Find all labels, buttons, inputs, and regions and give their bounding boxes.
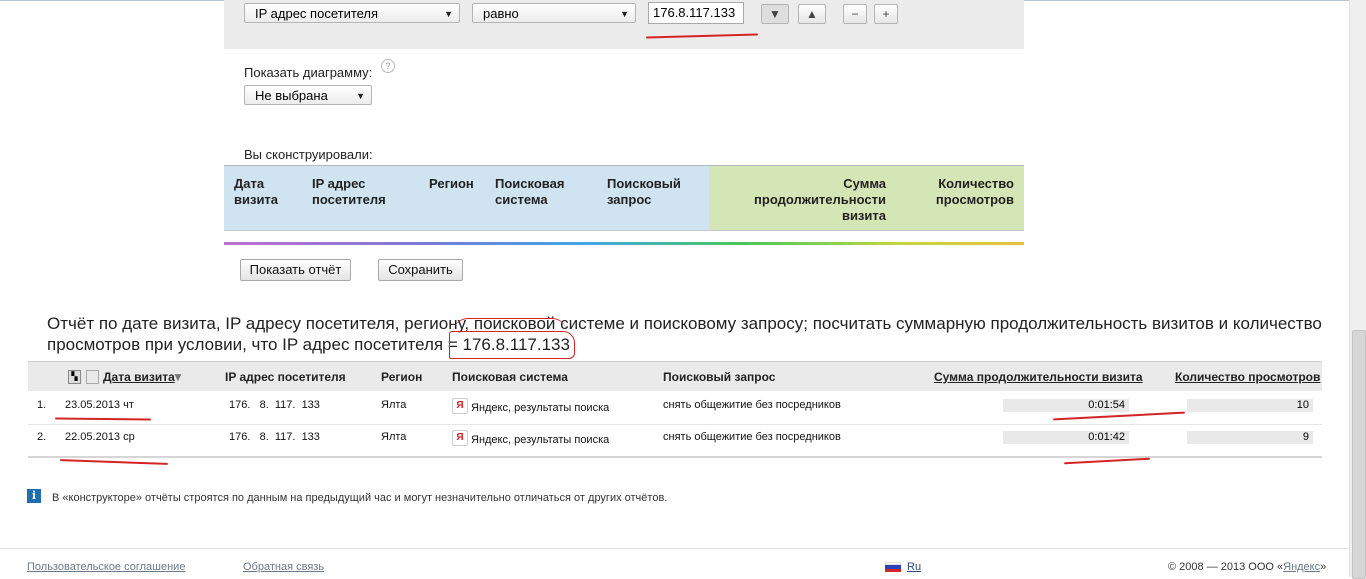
- row-engine[interactable]: Яндекс, результаты поиска: [471, 402, 609, 414]
- views-bar: 10: [1187, 399, 1313, 412]
- save-button[interactable]: Сохранить: [378, 259, 463, 281]
- header-duration[interactable]: Сумма продолжительности визита: [934, 370, 1143, 384]
- chevron-down-icon: ▼: [444, 9, 453, 19]
- copyright-prefix: © 2008 — 2013 ООО «: [1168, 561, 1284, 573]
- header-date[interactable]: Дата визита: [103, 370, 175, 384]
- scrollbar-thumb[interactable]: [1352, 330, 1366, 579]
- chevron-down-icon: ▼: [620, 9, 629, 19]
- sort-desc-icon[interactable]: ▼: [172, 370, 184, 384]
- constructed-columns: Дата визита IP адрес посетителя Регион П…: [224, 165, 1024, 232]
- header-region: Регион: [381, 370, 423, 384]
- annotation-underline: [59, 459, 169, 465]
- chart-type-select-value: Не выбрана: [255, 88, 328, 103]
- feedback-link[interactable]: Обратная связь: [243, 561, 324, 573]
- yandex-icon: Я: [452, 430, 468, 446]
- table-row[interactable]: 1. 23.05.2013 чт 176. 8. 117. 133 Ялта Я…: [28, 391, 1322, 425]
- dimension-search-query[interactable]: Поисковый запрос: [607, 176, 697, 208]
- annotation-underline: [1064, 457, 1150, 465]
- table-bottom-border: [28, 456, 1322, 458]
- row-region: Ялта: [381, 399, 407, 411]
- chevron-down-icon: ▼: [356, 91, 365, 101]
- filter-value-input[interactable]: 176.8.117.133: [648, 2, 744, 24]
- filter-operator-select-value: равно: [483, 6, 519, 21]
- dimension-date[interactable]: Дата визита: [234, 176, 294, 208]
- row-query[interactable]: снять общежитие без посредников: [663, 431, 841, 443]
- info-icon: i: [27, 489, 41, 503]
- row-ip: 176. 8. 117. 133: [229, 399, 320, 411]
- dimension-search-engine[interactable]: Поисковая система: [495, 176, 585, 208]
- row-date: 22.05.2013 ср: [65, 431, 135, 443]
- row-region: Ялта: [381, 431, 407, 443]
- header-views[interactable]: Количество просмотров: [1175, 370, 1320, 384]
- filter-panel: IP адрес посетителя ▼ равно ▼ 176.8.117.…: [224, 0, 1024, 49]
- row-engine[interactable]: Яндекс, результаты поиска: [471, 434, 609, 446]
- chart-label: Показать диаграмму:: [244, 65, 373, 80]
- table-row[interactable]: 2. 22.05.2013 ср 176. 8. 117. 133 Ялта Я…: [28, 424, 1322, 458]
- add-condition-button[interactable]: +: [874, 4, 898, 24]
- columns-icon[interactable]: ▚: [68, 370, 81, 384]
- yandex-icon: Я: [452, 398, 468, 414]
- annotation-ip-arc: [453, 318, 567, 333]
- row-number: 2.: [37, 431, 47, 443]
- header-query: Поисковый запрос: [663, 370, 776, 384]
- row-views: 10: [1296, 399, 1309, 411]
- metric-views[interactable]: Количество просмотров: [914, 176, 1014, 208]
- remove-condition-button[interactable]: −: [843, 4, 867, 24]
- chart-type-select[interactable]: Не выбрана ▼: [244, 85, 372, 105]
- filter-operator-select[interactable]: равно ▼: [472, 3, 636, 23]
- report-table-header: ▚ Дата визита ▼ IP адрес посетителя Реги…: [28, 361, 1322, 391]
- help-icon[interactable]: ?: [381, 59, 395, 73]
- row-duration: 0:01:42: [1088, 431, 1125, 443]
- header-search-engine: Поисковая система: [452, 370, 568, 384]
- copyright: © 2008 — 2013 ООО «Яндекс»: [1168, 561, 1326, 573]
- list-icon[interactable]: [86, 370, 99, 384]
- info-note: В «конструкторе» отчёты строятся по данн…: [52, 492, 668, 504]
- filter-field-select[interactable]: IP адрес посетителя ▼: [244, 3, 460, 23]
- row-duration: 0:01:54: [1088, 399, 1125, 411]
- constructed-divider: [224, 230, 1024, 231]
- views-bar: 9: [1187, 431, 1313, 444]
- duration-bar: 0:01:54: [1003, 399, 1129, 412]
- metric-duration[interactable]: Сумма продолжительности визита: [744, 176, 886, 224]
- russia-flag-icon[interactable]: [885, 562, 901, 572]
- rainbow-divider: [224, 242, 1024, 245]
- move-up-button[interactable]: ▲: [798, 4, 826, 24]
- filter-field-select-value: IP адрес посетителя: [255, 6, 379, 21]
- dimension-ip[interactable]: IP адрес посетителя: [312, 176, 402, 208]
- report-title-text: Отчёт по дате визита, IP адресу посетите…: [47, 314, 1322, 354]
- user-agreement-link[interactable]: Пользовательское соглашение: [27, 561, 185, 573]
- report-title: Отчёт по дате визита, IP адресу посетите…: [47, 313, 1337, 355]
- row-number: 1.: [37, 399, 47, 411]
- footer-divider: [0, 548, 1349, 549]
- row-query[interactable]: снять общежитие без посредников: [663, 399, 841, 411]
- constructed-label: Вы сконструировали:: [244, 147, 373, 162]
- yandex-link[interactable]: Яндекс: [1283, 561, 1320, 573]
- row-date: 23.05.2013 чт: [65, 399, 134, 411]
- report-title-ip: 176.8.117.133: [462, 335, 570, 354]
- vertical-scrollbar[interactable]: [1349, 0, 1366, 579]
- header-ip: IP адрес посетителя: [225, 370, 346, 384]
- language-link[interactable]: Ru: [907, 561, 921, 573]
- row-views: 9: [1302, 431, 1309, 443]
- move-down-button[interactable]: ▼: [761, 4, 789, 24]
- dimension-region[interactable]: Регион: [429, 176, 489, 192]
- row-ip: 176. 8. 117. 133: [229, 431, 320, 443]
- copyright-suffix: »: [1320, 561, 1327, 573]
- duration-bar: 0:01:42: [1003, 431, 1129, 444]
- show-report-button[interactable]: Показать отчёт: [240, 259, 351, 281]
